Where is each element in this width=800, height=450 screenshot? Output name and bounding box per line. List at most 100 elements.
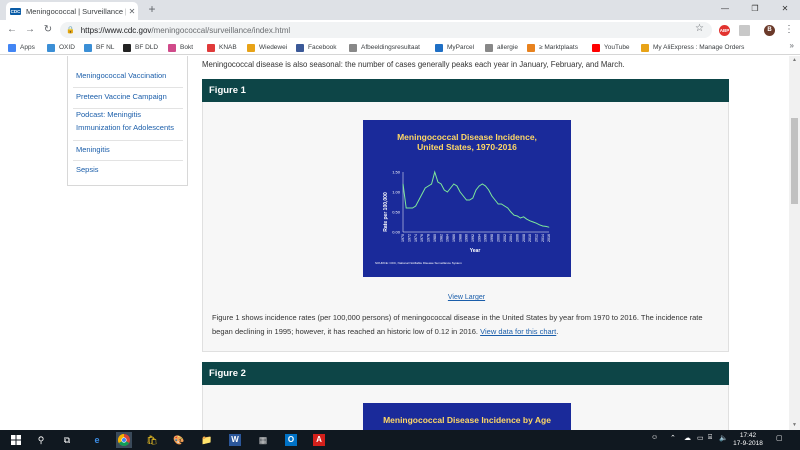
show-hidden-icons[interactable]: ⌃	[670, 434, 676, 442]
extension-icon[interactable]	[739, 25, 750, 36]
bookmark-2[interactable]: BF NL	[84, 42, 114, 53]
x-tick-label: 1972	[408, 234, 412, 242]
new-tab-icon[interactable]: +	[145, 2, 159, 16]
figure2-chart[interactable]: Meningococcal Disease Incidence by Age	[363, 403, 571, 430]
bookmark-0[interactable]: Apps	[8, 42, 35, 53]
data-point	[526, 218, 528, 220]
battery-icon[interactable]: ▭	[697, 434, 704, 442]
onedrive-icon[interactable]: ☁	[684, 434, 691, 442]
data-point	[485, 185, 486, 187]
more-bookmarks-icon[interactable]: »	[790, 41, 794, 50]
people-icon[interactable]: ☺	[651, 434, 658, 441]
bookmark-star-icon[interactable]: ☆	[695, 23, 704, 34]
bookmark-13[interactable]: My AliExpress : Manage Orders	[641, 42, 773, 53]
address-bar[interactable]: 🔒 https://www.cdc.gov/meningococcal/surv…	[60, 22, 712, 38]
network-icon[interactable]: ⌸	[708, 434, 712, 442]
data-point	[513, 214, 515, 216]
browser-toolbar: ← → ↻ 🔒 https://www.cdc.gov/meningococca…	[0, 20, 800, 40]
calculator-icon[interactable]: ▦	[255, 432, 271, 448]
bookmark-11[interactable]: ≥ Marktplaats	[527, 42, 578, 53]
data-point	[535, 222, 537, 224]
scroll-down-icon[interactable]: ▼	[789, 421, 800, 430]
bookmark-9[interactable]: MyParcel	[435, 42, 474, 53]
youtube-icon	[592, 43, 600, 52]
browser-tab[interactable]: CDC Meningococcal | Surveillance | CDC ✕	[6, 2, 138, 20]
paint-icon[interactable]: 🎨	[171, 432, 187, 448]
word-icon[interactable]: W	[227, 432, 243, 448]
bokt-icon	[168, 43, 176, 52]
view-larger-link[interactable]: View Larger	[203, 294, 730, 301]
sidebar-item-preteen-campaign[interactable]: Preteen Vaccine Campaign	[76, 91, 167, 104]
sidebar-item-sepsis[interactable]: Sepsis	[76, 164, 99, 177]
figure1-chart[interactable]: Meningococcal Disease Incidence, United …	[363, 120, 571, 277]
sidebar-item-podcast[interactable]: Podcast: Meningitis Immunization for Ado…	[76, 109, 186, 134]
minimize-icon[interactable]: —	[710, 0, 740, 20]
chart-title-line1: Meningococcal Disease Incidence,	[397, 132, 537, 142]
forward-icon[interactable]: →	[23, 23, 37, 37]
caption-line2: began declining in 1995; however, it has…	[212, 327, 479, 336]
volume-icon[interactable]: 🔈	[719, 434, 728, 442]
data-point	[478, 185, 480, 187]
scroll-up-icon[interactable]: ▲	[789, 56, 800, 65]
taskbar-clock[interactable]: 17:42 17-9-2018	[730, 432, 766, 448]
bookmark-4[interactable]: Bokt	[168, 42, 193, 53]
bookmark-12[interactable]: YouTube	[592, 42, 630, 53]
x-tick-label: 1984	[446, 234, 450, 242]
wiedewei-icon	[247, 43, 255, 52]
facebook-icon	[296, 43, 304, 52]
intro-text: Meningococcal disease is also seasonal: …	[202, 60, 625, 69]
data-point	[539, 224, 540, 226]
x-tick-label: 1976	[420, 234, 424, 242]
sidebar-item-vaccination[interactable]: Meningococcal Vaccination	[76, 70, 166, 83]
bookmark-8[interactable]: Afbeeldingsresultaat	[349, 42, 420, 53]
bookmark-label: Apps	[20, 44, 35, 51]
edge-icon[interactable]: e	[89, 432, 105, 448]
windows-start-icon[interactable]	[8, 432, 24, 448]
data-point	[523, 216, 524, 218]
bookmark-label: allergie	[497, 44, 518, 51]
chrome-icon[interactable]	[116, 432, 132, 448]
view-data-link[interactable]: View data for this chart	[480, 327, 556, 336]
figure1-header: Figure 1	[202, 79, 729, 102]
bookmark-label: Facebook	[308, 44, 337, 51]
x-tick-label: 1978	[427, 234, 431, 242]
restore-icon[interactable]: ❐	[740, 0, 770, 20]
bookmark-5[interactable]: KNAB	[207, 42, 237, 53]
notifications-icon[interactable]: ▢	[776, 434, 783, 442]
bookmark-3[interactable]: BF DLD	[123, 42, 158, 53]
sidebar-item-meningitis[interactable]: Meningitis	[76, 144, 110, 157]
file-explorer-icon[interactable]: 📁	[199, 432, 215, 448]
data-point	[459, 191, 461, 193]
page-scrollbar[interactable]: ▲ ▼	[789, 56, 800, 430]
tab-title: Meningococcal | Surveillance | CDC	[26, 6, 126, 16]
menu-icon[interactable]: ⋮	[782, 23, 796, 37]
acrobat-icon[interactable]: A	[311, 432, 327, 448]
browser-tab-strip: CDC Meningococcal | Surveillance | CDC ✕…	[0, 0, 800, 20]
scrollbar-thumb[interactable]	[791, 118, 798, 204]
bookmark-6[interactable]: Wiedewei	[247, 42, 287, 53]
data-point	[545, 226, 547, 227]
data-point	[408, 207, 410, 209]
bookmark-7[interactable]: Facebook	[296, 42, 337, 53]
task-view-icon[interactable]: ⧉	[59, 432, 75, 448]
profile-avatar[interactable]: B	[764, 25, 775, 36]
store-icon[interactable]: 🛍	[144, 432, 160, 448]
outlook-icon[interactable]: O	[283, 432, 299, 448]
close-tab-icon[interactable]: ✕	[126, 7, 138, 16]
url-path: /meningococcal/surveillance/index.html	[151, 25, 291, 35]
adblock-plus-icon[interactable]: ABP	[719, 25, 730, 36]
close-window-icon[interactable]: ✕	[770, 0, 800, 20]
bookmark-1[interactable]: OXID	[47, 42, 75, 53]
x-tick-label: 2014	[541, 234, 545, 242]
y-tick-label: 0.00	[392, 230, 401, 235]
figure1-panel: Meningococcal Disease Incidence, United …	[202, 102, 729, 352]
chart-title-line2: United States, 1970-2016	[417, 142, 517, 152]
x-tick-label: 1996	[484, 234, 488, 242]
x-tick-label: 1994	[477, 234, 481, 242]
lock-icon: 🔒	[66, 27, 75, 34]
bookmark-10[interactable]: allergie	[485, 42, 518, 53]
reload-icon[interactable]: ↻	[41, 23, 55, 37]
data-point	[450, 187, 451, 189]
back-icon[interactable]: ←	[5, 23, 19, 37]
search-icon[interactable]: ⚲	[33, 432, 49, 448]
